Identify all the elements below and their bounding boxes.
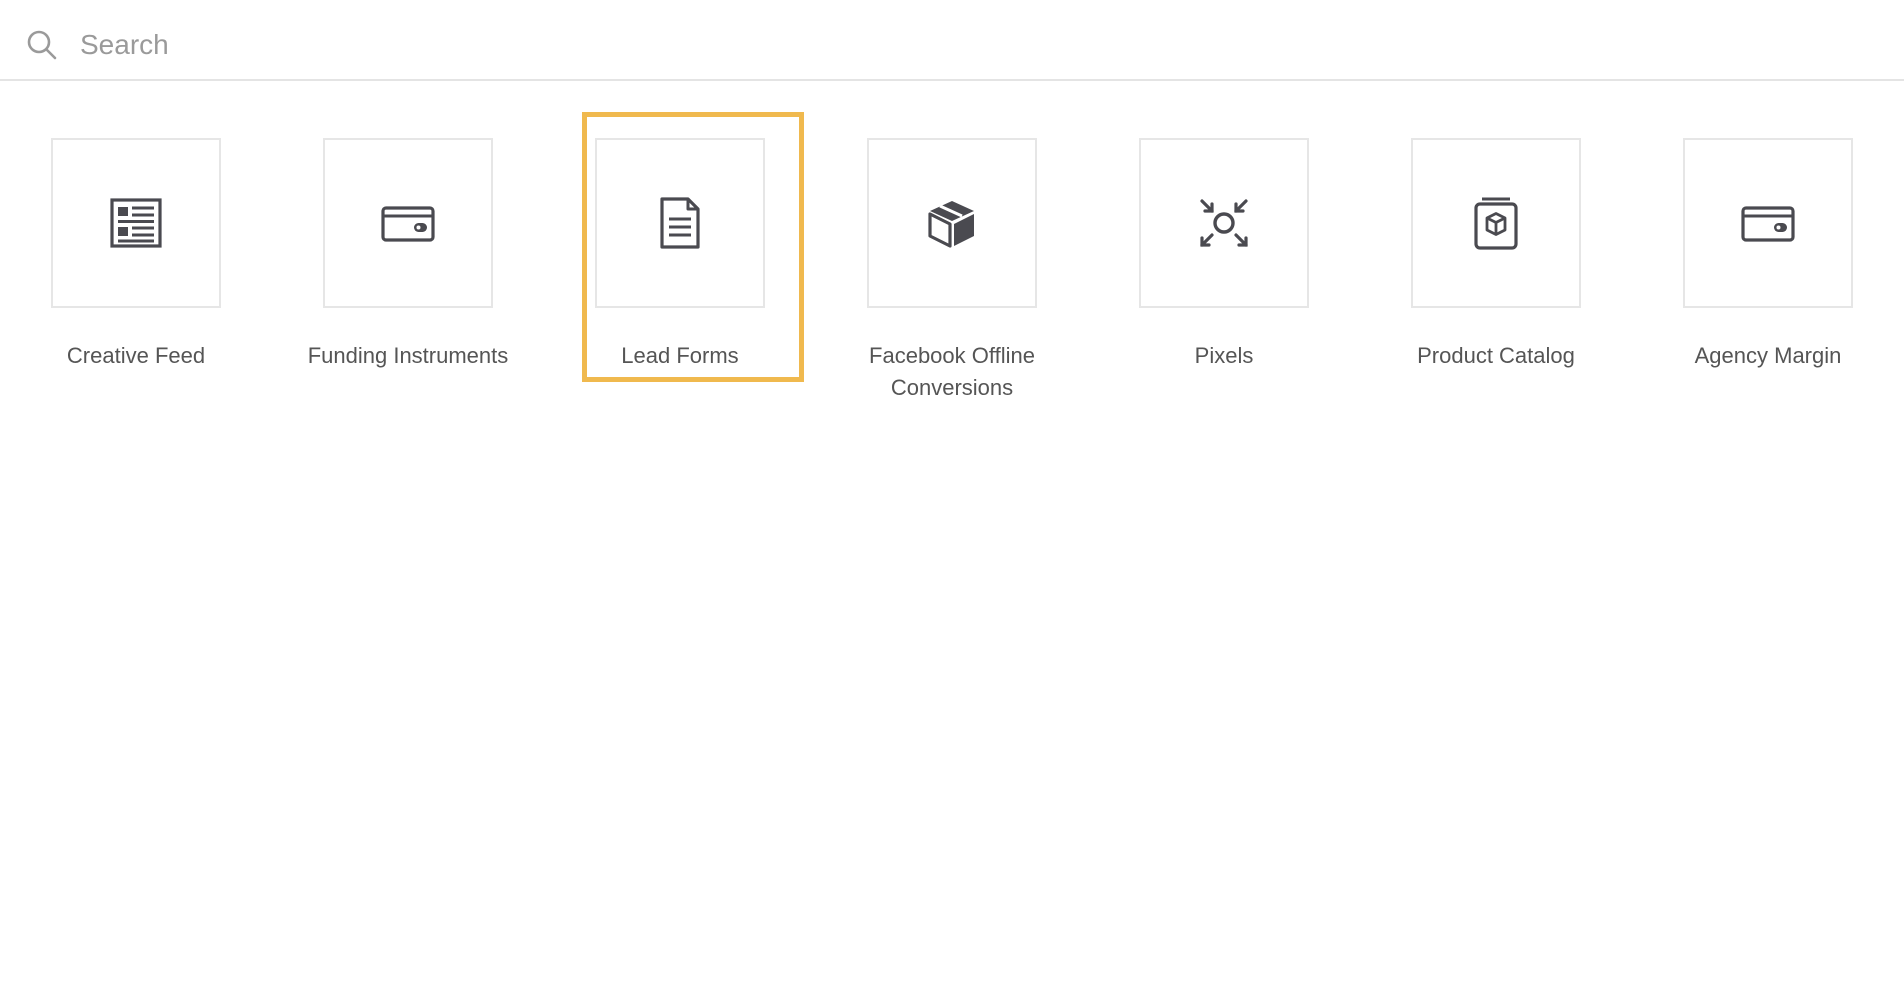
tile-box: [323, 138, 493, 308]
tile-box: [51, 138, 221, 308]
wallet-card-icon: [1741, 206, 1795, 242]
catalog-box-icon: [1474, 197, 1518, 250]
tile-label: Agency Margin: [1694, 343, 1842, 368]
target-arrows-icon: [1200, 199, 1248, 247]
tile-label: Lead Forms: [621, 343, 739, 368]
tile-box: [1139, 138, 1309, 308]
tile-box: [1683, 138, 1853, 308]
feed-icon: [110, 198, 162, 248]
document-icon: [660, 197, 700, 249]
tile-label: Funding Instruments: [307, 343, 509, 368]
search-bar: [0, 0, 1904, 81]
tile-box: [1411, 138, 1581, 308]
tile-label: Pixels: [1194, 343, 1254, 368]
search-input[interactable]: [80, 22, 1860, 68]
tile-label: Creative Feed: [66, 343, 206, 368]
integrations-grid: Creative Feed Funding Instruments Lead F…: [0, 0, 1904, 1004]
tile-box: [595, 138, 765, 308]
wallet-card-icon: [381, 206, 435, 242]
tile-label: Facebook Offline Conversions: [869, 343, 1035, 400]
search-icon: [27, 30, 57, 60]
box-icon: [928, 201, 974, 248]
tile-box: [867, 138, 1037, 308]
tile-label: Product Catalog: [1417, 343, 1575, 368]
